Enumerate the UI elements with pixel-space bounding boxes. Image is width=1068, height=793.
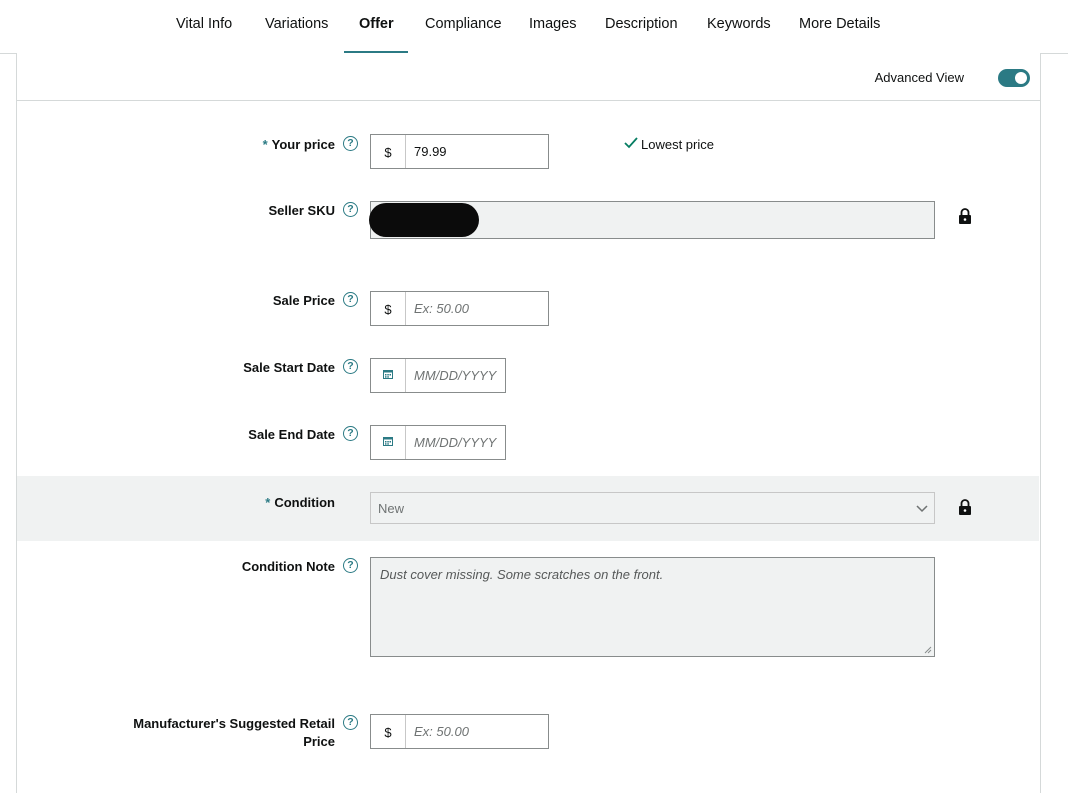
tab-images[interactable]: Images <box>529 0 577 53</box>
condition-note-textarea[interactable]: Dust cover missing. Some scratches on th… <box>370 557 935 657</box>
seller-sku-help-icon[interactable]: ? <box>343 202 358 217</box>
tab-vital-info[interactable]: Vital Info <box>176 0 232 53</box>
lock-icon <box>959 499 971 515</box>
calendar-addon[interactable] <box>371 359 406 392</box>
your-price-input[interactable]: $ 79.99 <box>370 134 549 169</box>
tab-keywords[interactable]: Keywords <box>707 0 771 53</box>
redacted-sku-value <box>369 203 479 237</box>
sale-end-date-help-icon[interactable]: ? <box>343 426 358 441</box>
lock-icon <box>959 208 971 224</box>
advanced-view-label: Advanced View <box>874 70 964 85</box>
condition-note-value: Dust cover missing. Some scratches on th… <box>380 567 664 582</box>
tab-more-details[interactable]: More Details <box>799 0 880 53</box>
your-price-label: * Your price <box>262 137 335 152</box>
calendar-icon <box>383 370 393 379</box>
condition-note-help-icon[interactable]: ? <box>343 558 358 573</box>
currency-addon: $ <box>371 715 406 748</box>
sale-start-date-help-icon[interactable]: ? <box>343 359 358 374</box>
sale-start-date-input[interactable]: MM/DD/YYYY <box>370 358 506 393</box>
tab-offer[interactable]: Offer <box>344 0 408 54</box>
msrp-input[interactable]: $ Ex: 50.00 <box>370 714 549 749</box>
chevron-down-icon <box>916 505 928 513</box>
sale-price-placeholder: Ex: 50.00 <box>414 301 469 316</box>
msrp-label: Manufacturer's Suggested Retail Price <box>133 716 335 749</box>
tab-bar: Vital Info Variations Offer Compliance I… <box>0 0 1068 54</box>
lowest-price-status: Lowest price <box>641 137 714 152</box>
sale-end-date-input[interactable]: MM/DD/YYYY <box>370 425 506 460</box>
sale-end-date-placeholder: MM/DD/YYYY <box>414 435 497 450</box>
your-price-help-icon[interactable]: ? <box>343 136 358 151</box>
seller-sku-label: Seller SKU <box>268 203 335 218</box>
calendar-icon <box>383 437 393 446</box>
panel-header: Advanced View <box>17 53 1040 101</box>
tab-description[interactable]: Description <box>605 0 678 53</box>
tab-compliance[interactable]: Compliance <box>425 0 502 53</box>
condition-note-label: Condition Note <box>241 559 335 574</box>
sale-price-help-icon[interactable]: ? <box>343 292 358 307</box>
condition-value: New <box>378 501 405 516</box>
sale-price-label: Sale Price <box>272 293 335 308</box>
currency-addon: $ <box>371 135 406 168</box>
advanced-view-toggle[interactable] <box>998 69 1030 87</box>
tab-variations[interactable]: Variations <box>265 0 328 53</box>
currency-addon: $ <box>371 292 406 325</box>
condition-label: * Condition <box>265 495 335 510</box>
check-icon <box>624 137 638 149</box>
sale-price-input[interactable]: $ Ex: 50.00 <box>370 291 549 326</box>
sale-start-date-label: Sale Start Date <box>243 360 335 375</box>
condition-select: New <box>370 492 935 524</box>
calendar-addon[interactable] <box>371 426 406 459</box>
msrp-help-icon[interactable]: ? <box>343 715 358 730</box>
your-price-value: 79.99 <box>414 144 447 159</box>
resize-handle-icon[interactable] <box>924 646 932 654</box>
msrp-placeholder: Ex: 50.00 <box>414 724 469 739</box>
sale-end-date-label: Sale End Date <box>248 427 335 442</box>
toggle-knob <box>1015 72 1027 84</box>
sale-start-date-placeholder: MM/DD/YYYY <box>414 368 497 383</box>
